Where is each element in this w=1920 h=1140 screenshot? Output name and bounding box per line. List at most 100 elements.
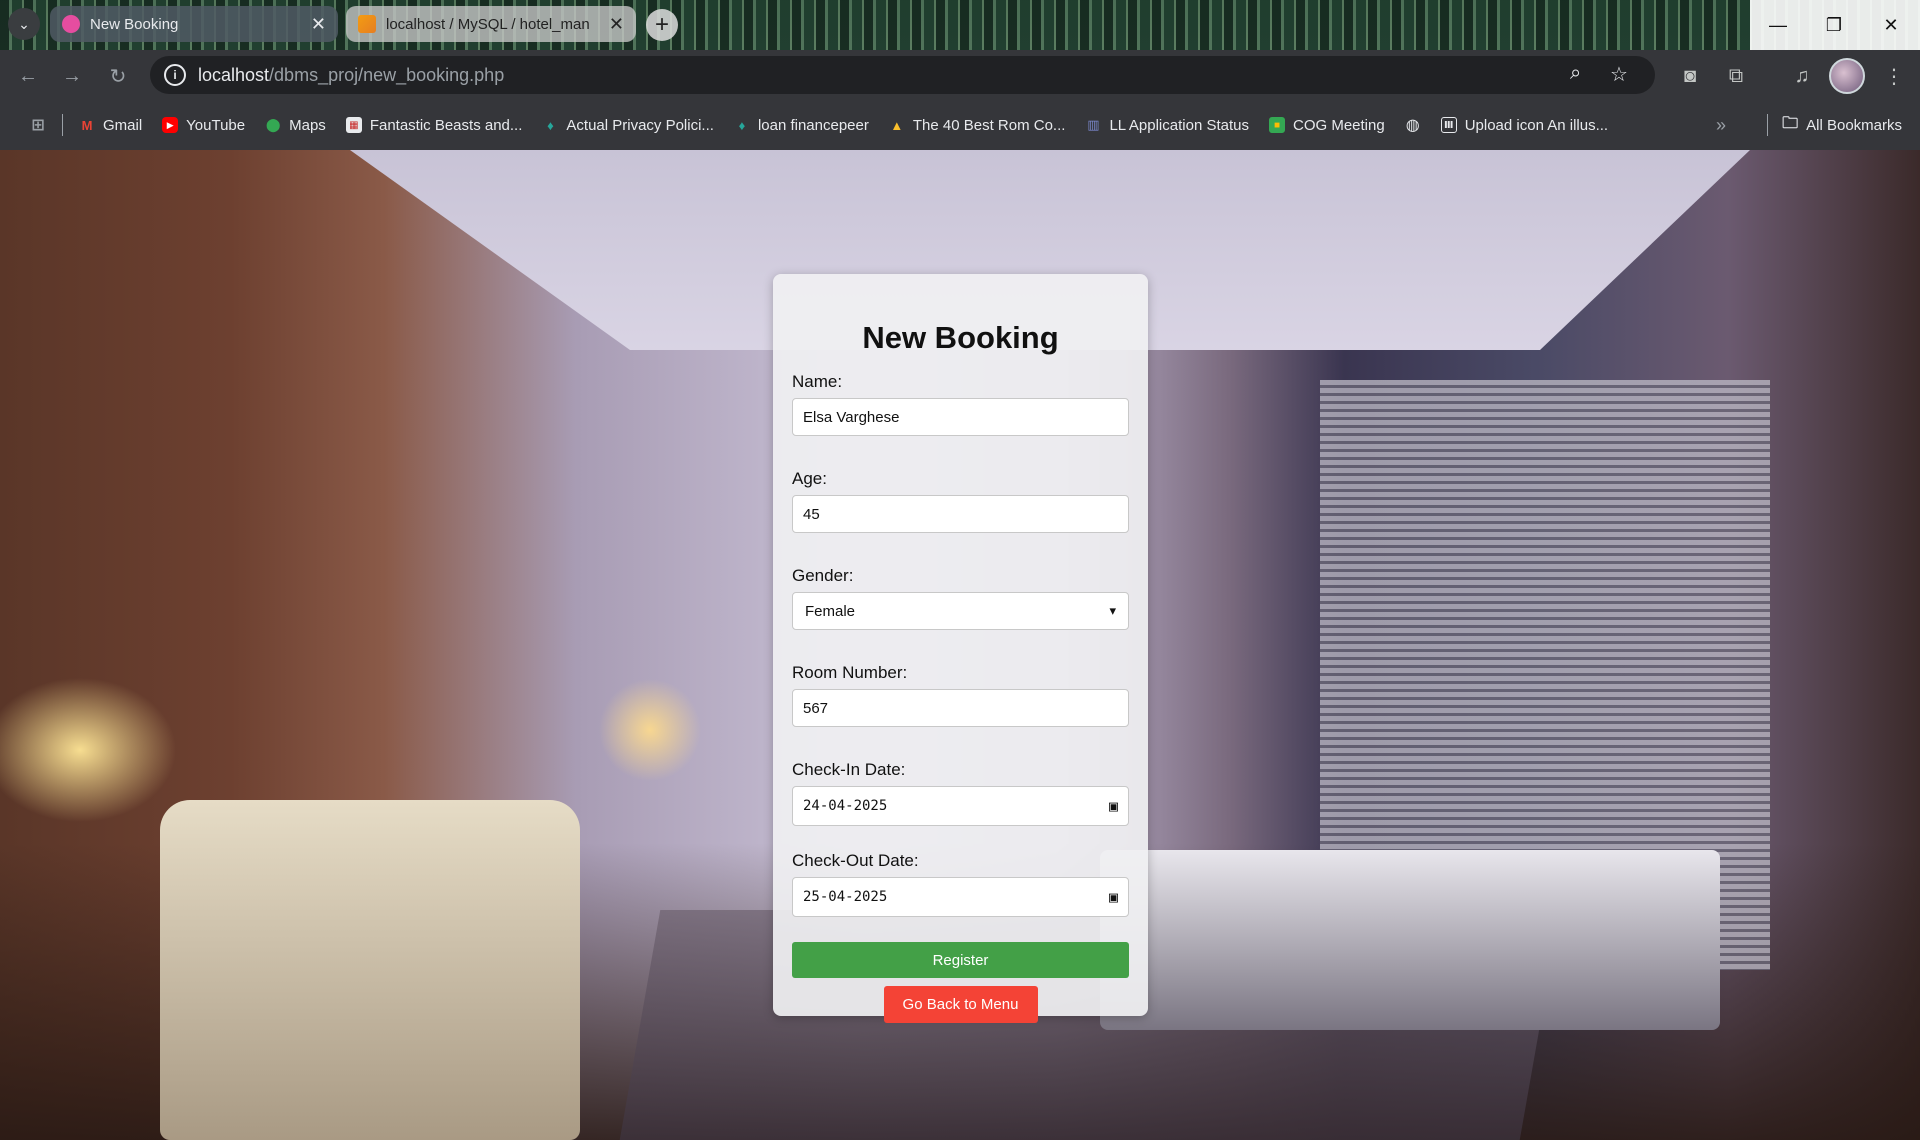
phpmyadmin-icon	[358, 15, 376, 33]
close-icon[interactable]: ✕	[609, 15, 624, 33]
apps-button[interactable]: ⊞	[20, 117, 56, 134]
menu-icon[interactable]: ⋮	[1880, 62, 1908, 90]
bookmark-maps[interactable]: ⬤ Maps	[255, 117, 336, 134]
bookmark-upload-icon[interactable]: Ⅲ Upload icon An illus...	[1431, 117, 1618, 134]
more-bookmarks-button[interactable]: »	[1716, 100, 1726, 150]
globe-icon: ◍	[1405, 117, 1420, 134]
warning-icon: ▲	[890, 117, 904, 133]
minimize-icon: —	[1769, 14, 1787, 35]
bookmark-label: Fantastic Beasts and...	[369, 116, 523, 134]
gender-label: Gender:	[792, 566, 854, 585]
bookmark-cog-meeting[interactable]: ■ COG Meeting	[1259, 117, 1395, 134]
address-bar[interactable]: i localhost/dbms_proj/new_booking.php ⌕ …	[150, 56, 1655, 94]
media-icon[interactable]: ♫	[1788, 62, 1816, 90]
youtube-icon: ▶	[162, 117, 179, 133]
maps-icon: ⬤	[265, 117, 281, 132]
name-field[interactable]: Elsa Varghese	[792, 398, 1129, 436]
building-icon: Ⅲ	[1440, 117, 1457, 133]
booking-form: New Booking Name: Elsa Varghese Age: 45 …	[773, 274, 1148, 1023]
check-in-date-field[interactable]: 24-04-2025 ▣	[792, 786, 1129, 826]
reload-icon: ↻	[109, 65, 127, 88]
check-in-group: Check-In Date: 24-04-2025 ▣	[792, 760, 1129, 826]
avatar[interactable]	[1829, 58, 1865, 94]
bookmark-privacy-policies[interactable]: ♦ Actual Privacy Polici...	[532, 117, 724, 134]
register-button[interactable]: Register	[792, 942, 1129, 978]
bookmark-label: Upload icon An illus...	[1464, 116, 1609, 134]
calendar-icon[interactable]: ▣	[1109, 797, 1118, 815]
bookmark-label: LL Application Status	[1109, 116, 1249, 134]
back-to-menu-button[interactable]: Go Back to Menu	[883, 986, 1038, 1023]
bookmark-fantastic-beasts[interactable]: ▦ Fantastic Beasts and...	[336, 117, 533, 134]
bookmark-label: Maps	[289, 116, 326, 134]
gender-select[interactable]: Female ▾	[792, 592, 1129, 630]
url-text: localhost/dbms_proj/new_booking.php	[198, 64, 505, 85]
leaf-icon: ♦	[547, 117, 554, 133]
zoom-icon[interactable]: ⌕	[1570, 62, 1581, 85]
bookmark-label: loan financepeer	[757, 116, 869, 134]
gender-value: Female	[805, 602, 856, 620]
check-out-date-field[interactable]: 25-04-2025 ▣	[792, 877, 1129, 917]
bookmark-ll-application[interactable]: ▥ LL Application Status	[1075, 117, 1259, 134]
tab-phpmyadmin[interactable]: localhost / MySQL / hotel_man ✕	[346, 6, 636, 42]
tab-title: New Booking	[90, 15, 179, 33]
bookmark-gmail[interactable]: M Gmail	[69, 117, 152, 134]
apps-grid-icon: ⊞	[31, 117, 45, 134]
bookmark-loan-financepeer[interactable]: ♦ loan financepeer	[724, 117, 879, 134]
divider	[1767, 114, 1769, 136]
tab-strip: ⌄ New Booking ✕ localhost / MySQL / hote…	[0, 0, 1920, 50]
all-bookmarks-label: All Bookmarks	[1806, 116, 1902, 134]
star-icon[interactable]: ☆	[1610, 62, 1628, 87]
check-out-group: Check-Out Date: 25-04-2025 ▣	[792, 851, 1129, 917]
camera-icon[interactable]: ◙	[1676, 62, 1704, 90]
bookmark-label: Gmail	[103, 116, 143, 134]
plus-icon: +	[654, 11, 669, 38]
age-group: Age: 45	[792, 469, 1129, 533]
bookmark-globe[interactable]: ◍	[1395, 117, 1431, 134]
close-window-button[interactable]: ✕	[1862, 0, 1920, 50]
tab-new-booking[interactable]: New Booking ✕	[50, 6, 338, 42]
tab-search-button[interactable]: ⌄	[8, 8, 40, 40]
meet-icon: ■	[1268, 117, 1285, 133]
room-number-field[interactable]: 567	[792, 689, 1129, 727]
arrow-right-icon: →	[62, 64, 82, 87]
check-out-label: Check-Out Date:	[792, 851, 919, 870]
restore-button[interactable]: ❐	[1806, 0, 1862, 50]
bookmark-rom-com[interactable]: ▲ The 40 Best Rom Co...	[879, 117, 1076, 134]
bookmark-label: COG Meeting	[1292, 116, 1385, 134]
restore-icon: ❐	[1825, 14, 1843, 35]
gmail-icon: M	[81, 117, 93, 133]
close-icon[interactable]: ✕	[311, 15, 326, 33]
page-title: New Booking	[862, 320, 1059, 355]
age-label: Age:	[792, 469, 827, 488]
divider	[62, 114, 63, 136]
check-out-value: 25-04-2025	[803, 889, 888, 905]
age-field[interactable]: 45	[792, 495, 1129, 533]
new-tab-button[interactable]: +	[646, 9, 678, 41]
leaf-icon: ♦	[738, 117, 746, 133]
room-number-label: Room Number:	[792, 663, 908, 682]
check-in-value: 24-04-2025	[803, 798, 888, 814]
check-in-label: Check-In Date:	[792, 760, 906, 779]
bookmarks-bar: ⊞ M Gmail ▶ YouTube ⬤ Maps ▦ Fantastic B…	[0, 100, 1920, 150]
extensions-icon[interactable]: ⧉	[1722, 62, 1750, 90]
bookmark-youtube[interactable]: ▶ YouTube	[152, 117, 255, 134]
name-label: Name:	[792, 372, 843, 391]
info-icon[interactable]: i	[164, 64, 186, 86]
forward-button[interactable]: →	[56, 60, 88, 92]
bookmark-label: The 40 Best Rom Co...	[912, 116, 1066, 134]
tab-title: localhost / MySQL / hotel_man	[386, 15, 590, 33]
chevron-double-right-icon: »	[1716, 114, 1727, 135]
bookmark-label: YouTube	[186, 116, 246, 134]
calendar-icon[interactable]: ▣	[1109, 888, 1118, 906]
all-bookmarks-button[interactable]: 🗀 All Bookmarks	[1761, 100, 1902, 150]
reload-button[interactable]: ↻	[102, 60, 134, 92]
name-group: Name: Elsa Varghese	[792, 372, 1129, 436]
pink-circle-icon	[62, 15, 80, 33]
city-icon: ▥	[1087, 117, 1100, 132]
browser-toolbar: ← → ↻ i localhost/dbms_proj/new_booking.…	[0, 50, 1920, 100]
back-button[interactable]: ←	[12, 60, 44, 92]
chevron-down-icon: ⌄	[18, 15, 30, 32]
minimize-button[interactable]: —	[1750, 0, 1806, 50]
arrow-left-icon: ←	[18, 64, 38, 87]
folder-icon: 🗀	[1782, 114, 1799, 132]
